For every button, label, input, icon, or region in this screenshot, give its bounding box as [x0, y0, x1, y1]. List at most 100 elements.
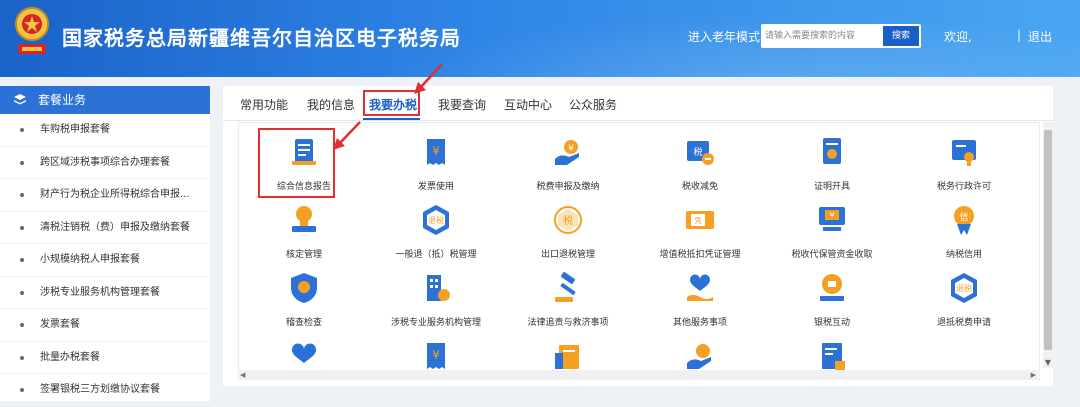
grid-item-label: 法律追责与救济事项 [527, 318, 609, 328]
form-icon [822, 343, 845, 371]
export-refund-icon: 税 [554, 206, 582, 234]
bullet-icon [20, 193, 24, 197]
scroll-left-icon[interactable]: ◀ [240, 370, 245, 380]
tab-active-indicator [363, 118, 420, 120]
invoice-icon: ¥ [427, 343, 445, 369]
grid-item-label: 税费申报及缴纳 [536, 182, 600, 192]
logout-link[interactable]: 退出 [1028, 28, 1052, 45]
sidebar-item[interactable]: 清税注销税（费）申报及缴纳套餐 [0, 212, 210, 244]
sidebar-item[interactable]: 签署银税三方划缴协议套餐 [0, 374, 210, 407]
bullet-icon [20, 258, 24, 262]
sidebar-item-label: 涉税专业服务机构管理套餐 [40, 286, 160, 298]
sidebar-item-label: 跨区域涉税事项综合办理套餐 [40, 156, 170, 168]
bullet-icon [20, 323, 24, 327]
bullet-icon [20, 290, 24, 295]
horizontal-scrollbar[interactable]: ◀ ▶ [238, 370, 1038, 380]
svg-text:税: 税 [693, 146, 702, 158]
elderly-mode-link[interactable]: 进入老年模式 [688, 28, 760, 45]
sidebar-item-label: 车购税申报套餐 [40, 124, 110, 135]
refund-badge-icon: 退税 [423, 205, 449, 235]
grid-item-label: 证明开具 [813, 182, 850, 192]
tab-query[interactable]: 我要查询 [438, 96, 486, 113]
scroll-right-icon[interactable]: ▶ [1031, 370, 1036, 380]
scroll-down-icon[interactable]: ▼ [1043, 358, 1053, 368]
svg-text:退税: 退税 [428, 215, 444, 225]
page-header: 国家税务总局新疆维吾尔自治区电子税务局 进入老年模式 搜索 欢迎, | 退出 [0, 0, 1080, 77]
sidebar-item[interactable]: 小规模纳税人申报套餐 [0, 244, 210, 277]
grid-item-label: 发票使用 [417, 182, 454, 192]
tab-tax-handling[interactable]: 我要办税 [369, 96, 417, 113]
refund-apply-icon: 退税 [951, 273, 977, 303]
welcome-text: 欢迎, [944, 30, 972, 44]
sidebar-item[interactable]: 涉税专业服务机构管理套餐 [0, 277, 210, 309]
grid-item-label: 一般退（抵）税管理 [395, 250, 477, 260]
sidebar-item[interactable]: 车购税申报套餐 [0, 114, 210, 147]
bullet-icon [20, 160, 24, 165]
sidebar-heading-label: 套餐业务 [38, 93, 87, 107]
stamp-icon [292, 206, 316, 232]
sidebar-heading[interactable]: 套餐业务 [0, 86, 210, 114]
svg-text:¥: ¥ [432, 348, 440, 362]
voucher-icon: 凭 [686, 211, 714, 229]
sidebar-item-label: 批量办税套餐 [40, 351, 100, 363]
grid-item-label: 纳税信用 [945, 250, 982, 260]
layers-icon [14, 94, 26, 105]
tab-my-info[interactable]: 我的信息 [307, 96, 355, 113]
grid-item-label: 涉税专业服务机构管理 [390, 318, 481, 328]
grid-item-label: 增值税抵扣凭证管理 [659, 250, 741, 260]
bullet-icon [20, 355, 24, 360]
heart-care-icon [291, 343, 317, 363]
tab-public-service[interactable]: 公众服务 [569, 96, 617, 113]
sidebar-item[interactable]: 财产行为税企业所得税综合申报... [0, 179, 210, 212]
site-title: 国家税务总局新疆维吾尔自治区电子税务局 [62, 26, 461, 50]
sidebar-item-label: 小规模纳税人申报套餐 [40, 254, 140, 265]
bank-coin-icon [820, 274, 844, 301]
payment-hand-icon [687, 344, 711, 369]
sidebar-item[interactable]: 发票套餐 [0, 309, 210, 342]
svg-text:信: 信 [959, 211, 968, 223]
tax-reduction-icon: 税 [687, 141, 714, 165]
header-separator: | [1017, 28, 1022, 42]
tax-emblem-icon [15, 7, 49, 54]
tab-interaction[interactable]: 互动中心 [504, 96, 552, 113]
bullet-icon [20, 128, 24, 132]
svg-text:凭: 凭 [695, 216, 702, 225]
sidebar-item[interactable]: 跨区域涉税事项综合办理套餐 [0, 147, 210, 179]
vertical-scrollbar[interactable]: ▼ [1043, 122, 1053, 368]
service-grid: 综合信息报告 ¥ 发票使用 ¥ 税费申报及缴纳 税 税收减免 证明开具 税务行政… [238, 122, 1040, 380]
sidebar-item-label: 发票套餐 [40, 319, 80, 330]
search-input[interactable] [765, 27, 881, 45]
license-icon [952, 140, 976, 166]
grid-item-label: 稽查检查 [285, 318, 322, 328]
highlight-box [258, 128, 335, 198]
grid-item-label: 出口退税管理 [540, 250, 595, 260]
scroll-thumb[interactable] [1044, 130, 1052, 350]
credit-medal-icon: 信 [954, 206, 974, 235]
bullet-icon [20, 388, 24, 392]
gavel-icon [555, 271, 576, 302]
grid-item-label: 其他服务事项 [672, 318, 727, 328]
grid-item-label: 退抵税费申请 [936, 318, 991, 328]
document-edit-icon [555, 345, 579, 369]
annotation-arrow-icon [333, 121, 361, 150]
grid-item-label: 税务行政许可 [936, 182, 991, 192]
inspection-shield-icon [291, 273, 317, 303]
agency-building-icon [427, 275, 450, 301]
tab-common[interactable]: 常用功能 [240, 96, 288, 113]
heart-hand-icon [687, 274, 713, 301]
tab-bar: 常用功能 我的信息 我要办税 我要查询 互动中心 公众服务 [223, 86, 1053, 121]
certificate-icon [823, 138, 841, 164]
search-button[interactable]: 搜索 [883, 26, 919, 46]
sidebar-item[interactable]: 批量办税套餐 [0, 342, 210, 374]
sidebar: 套餐业务 车购税申报套餐 跨区域涉税事项综合办理套餐 财产行为税企业所得税综合申… [0, 86, 210, 407]
bullet-icon [20, 225, 24, 230]
svg-text:¥: ¥ [829, 211, 834, 220]
grid-item-label: 税收代保管资金收取 [791, 250, 873, 260]
sidebar-item-label: 签署银税三方划缴协议套餐 [40, 384, 160, 395]
grid-item-label: 税收减免 [681, 182, 718, 192]
grid-item-label: 核定管理 [285, 250, 322, 260]
invoice-icon: ¥ [427, 139, 445, 165]
sidebar-item-label: 财产行为税企业所得税综合申报... [40, 189, 190, 200]
sidebar-item-label: 清税注销税（费）申报及缴纳套餐 [40, 221, 190, 233]
svg-text:¥: ¥ [568, 144, 574, 154]
